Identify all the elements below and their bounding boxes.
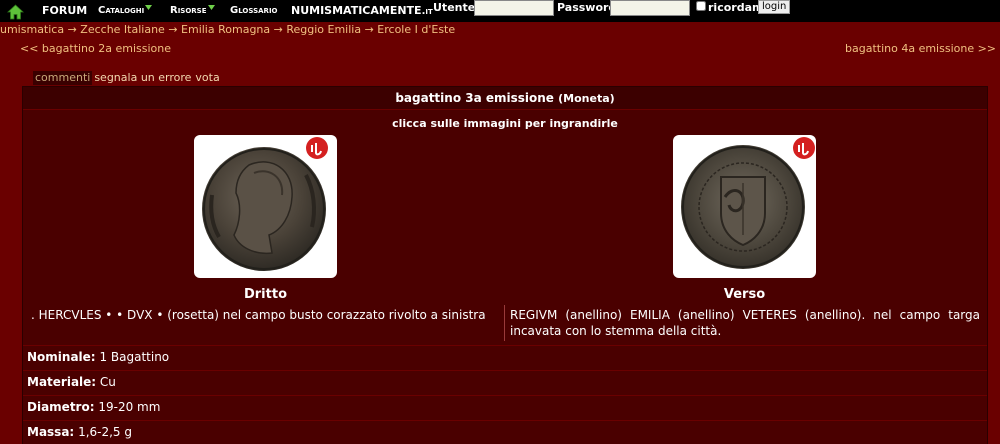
reverse-coin-illustration: [681, 137, 815, 269]
coin-title: bagattino 3a emissione (Moneta): [23, 87, 987, 110]
remember-checkbox[interactable]: [696, 1, 706, 11]
detail-row-massa: Massa: 1,6-2,5 g: [23, 420, 987, 444]
enlarge-hint: clicca sulle immagini per ingrandirle: [392, 117, 618, 130]
detail-label: Massa:: [27, 425, 75, 439]
tab-segnala-errore[interactable]: segnala un errore: [92, 71, 193, 85]
nav-site-home[interactable]: NUMISMATICAMENTE.it: [291, 4, 433, 17]
coin-kind: (Moneta): [558, 92, 615, 105]
detail-value: Cu: [99, 375, 116, 389]
breadcrumb[interactable]: umismatica → Zecche Italiane → Emilia Ro…: [0, 23, 455, 36]
username-label: Utente:: [433, 1, 480, 14]
nav-forum[interactable]: FORUM: [42, 4, 87, 17]
obverse-coin-image[interactable]: [194, 135, 337, 278]
detail-label: Materiale:: [27, 375, 97, 389]
coin-name: bagattino 3a emissione: [395, 91, 554, 105]
detail-label: Diametro:: [27, 400, 95, 414]
action-tabs: commenti segnala un errore vota: [33, 71, 222, 85]
detail-label: Nominale:: [27, 350, 96, 364]
next-coin-link[interactable]: bagattino 4a emissione >>: [845, 42, 996, 55]
chevron-down-icon[interactable]: [145, 5, 152, 10]
detail-row-nominale: Nominale: 1 Bagattino: [23, 345, 987, 369]
detail-row-materiale: Materiale: Cu: [23, 370, 987, 394]
detail-value: 1,6-2,5 g: [78, 425, 132, 439]
previous-coin-link[interactable]: << bagattino 2a emissione: [20, 42, 171, 55]
nav-risorse[interactable]: Risorse: [170, 5, 207, 16]
login-button[interactable]: login: [758, 0, 791, 14]
site-tld: .it: [421, 6, 433, 17]
obverse-legend: . HERCVLES • • DVX • (rosetta) nel campo…: [31, 308, 486, 322]
nav-cataloghi[interactable]: Cataloghi: [98, 5, 144, 16]
password-input[interactable]: [610, 0, 690, 16]
reverse-label: Verso: [723, 287, 766, 302]
username-input[interactable]: [474, 0, 554, 16]
legend-divider: [504, 305, 505, 341]
obverse-label: Dritto: [243, 287, 288, 302]
tab-commenti[interactable]: commenti: [33, 71, 93, 85]
chevron-down-icon[interactable]: [208, 5, 215, 10]
coin-detail-panel: bagattino 3a emissione (Moneta) clicca s…: [22, 86, 988, 444]
site-name: NUMISMATICAMENTE: [291, 4, 422, 17]
reverse-coin-image[interactable]: [673, 135, 816, 278]
top-navigation-bar: FORUM Cataloghi Risorse Glossario NUMISM…: [0, 0, 1000, 22]
tab-vota[interactable]: vota: [193, 71, 221, 85]
detail-value: 19-20 mm: [98, 400, 161, 414]
detail-row-diametro: Diametro: 19-20 mm: [23, 395, 987, 419]
obverse-coin-illustration: [202, 137, 328, 271]
nav-glossario[interactable]: Glossario: [230, 5, 278, 16]
reverse-legend: REGIVM (anellino) EMILIA (anellino) VETE…: [510, 308, 980, 338]
detail-value: 1 Bagattino: [99, 350, 170, 364]
home-icon[interactable]: [7, 4, 24, 20]
